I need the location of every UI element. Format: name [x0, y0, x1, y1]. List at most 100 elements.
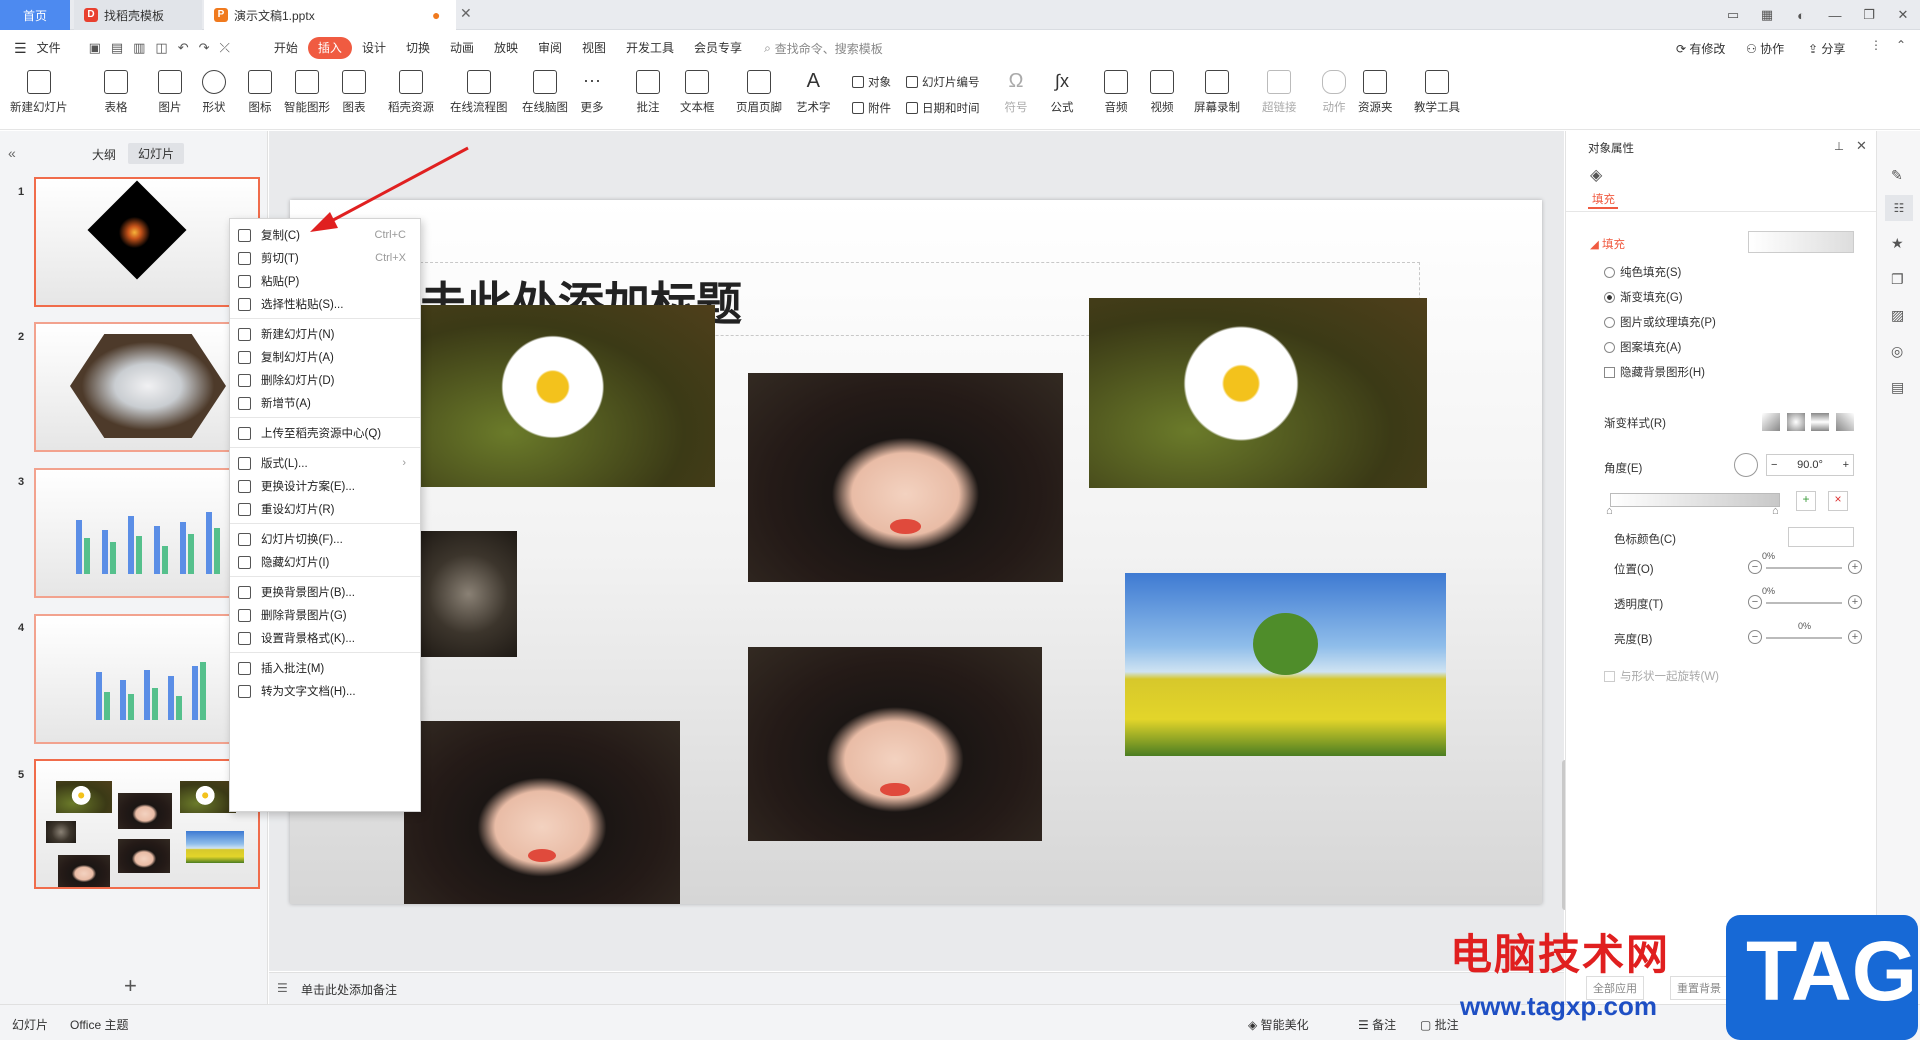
menu-view[interactable]: 视图: [572, 37, 616, 59]
context-menu-item-upload[interactable]: 上传至稻壳资源中心(Q): [230, 421, 420, 445]
quick-access-icons[interactable]: ▣▤▥◫↶↷⤫: [89, 40, 240, 56]
context-menu-item-change-bg[interactable]: 更换背景图片(B)...: [230, 580, 420, 604]
tool-screen-record[interactable]: 屏幕录制: [1194, 70, 1240, 115]
tool-symbol[interactable]: Ω 符号: [1004, 70, 1028, 115]
gradient-style-buttons[interactable]: [1762, 413, 1854, 431]
tool-flowchart[interactable]: 在线流程图: [450, 70, 508, 115]
hide-bg-checkbox[interactable]: 隐藏背景图形(H): [1604, 364, 1705, 380]
search-input[interactable]: 查找命令、搜索模板: [775, 40, 883, 57]
hamburger-icon[interactable]: ☰: [14, 40, 27, 57]
style-icon[interactable]: ✎: [1891, 167, 1903, 184]
tool-comment[interactable]: 批注: [636, 70, 660, 115]
slide-thumbnail-2[interactable]: [34, 322, 260, 452]
tool-wordart[interactable]: A 艺术字: [796, 70, 831, 115]
notes-toggle[interactable]: ☰ 备注: [1358, 1016, 1396, 1033]
tool-picture[interactable]: 图片: [158, 70, 182, 115]
menu-design[interactable]: 设计: [352, 37, 396, 59]
position-minus-icon[interactable]: −: [1748, 560, 1762, 574]
context-menu-item-delete-bg[interactable]: 删除背景图片(G): [230, 603, 420, 627]
option-solid[interactable]: 纯色填充(S): [1604, 264, 1681, 280]
close-tab-icon[interactable]: ✕: [460, 5, 472, 22]
daisy-photo-2[interactable]: [1089, 298, 1427, 488]
panel-close-icon[interactable]: ✕: [1856, 138, 1867, 154]
tool-icon[interactable]: 图标: [248, 70, 272, 115]
tool-audio[interactable]: 音频: [1104, 70, 1128, 115]
menu-file[interactable]: 文件: [27, 37, 71, 59]
location-icon[interactable]: ◎: [1891, 343, 1903, 360]
option-picture-texture[interactable]: 图片或纹理填充(P): [1604, 314, 1716, 330]
collapse-ribbon-icon[interactable]: ⌃: [1896, 38, 1906, 52]
avatar-icon[interactable]: ◐: [1784, 8, 1818, 23]
context-menu-item-duplicate-slide[interactable]: 复制幻灯片(A): [230, 345, 420, 369]
context-menu-item-hide[interactable]: 隐藏幻灯片(I): [230, 550, 420, 574]
landscape-photo[interactable]: [1125, 573, 1446, 756]
animation-icon[interactable]: ★: [1891, 235, 1904, 252]
context-menu-item-paste-special[interactable]: 选择性粘贴(S)...: [230, 292, 420, 316]
context-menu-item-cut[interactable]: 剪切(T) Ctrl+X: [230, 246, 420, 270]
option-pattern[interactable]: 图案填充(A): [1604, 339, 1681, 355]
slide-thumbnail-1[interactable]: [34, 177, 260, 307]
tool-resource-folder[interactable]: 资源夹: [1358, 70, 1393, 115]
book-icon[interactable]: ▤: [1891, 379, 1904, 396]
add-slide-icon[interactable]: +: [124, 973, 137, 999]
angle-stepper[interactable]: − 90.0° +: [1766, 454, 1854, 476]
menu-transition[interactable]: 切换: [396, 37, 440, 59]
slide-thumbnail-5[interactable]: [34, 759, 260, 889]
brightness-minus-icon[interactable]: −: [1748, 630, 1762, 644]
gradient-stop-left[interactable]: ⌂: [1606, 505, 1613, 517]
context-menu-item-layout[interactable]: 版式(L)... ›: [230, 451, 420, 475]
tool-textbox[interactable]: 文本框: [680, 70, 715, 115]
tool-shape[interactable]: 形状: [202, 70, 226, 115]
gradient-rect-icon[interactable]: [1811, 413, 1830, 431]
slide-thumbnail-4[interactable]: [34, 614, 260, 744]
tool-chart[interactable]: 图表: [342, 70, 366, 115]
minus-icon[interactable]: −: [1771, 459, 1777, 471]
rotate-with-shape-checkbox[interactable]: 与形状一起旋转(W): [1604, 668, 1719, 684]
menu-review[interactable]: 审阅: [528, 37, 572, 59]
tab-outline[interactable]: 大纲: [92, 146, 116, 163]
context-menu-item-paste[interactable]: 粘贴(P): [230, 269, 420, 293]
plus-icon[interactable]: +: [1843, 459, 1849, 471]
context-menu-item-bg-format[interactable]: 设置背景格式(K)...: [230, 626, 420, 650]
tool-mindmap[interactable]: 在线脑图: [522, 70, 568, 115]
menu-slideshow[interactable]: 放映: [484, 37, 528, 59]
tool-hyperlink[interactable]: 超链接: [1262, 70, 1297, 115]
gradient-preset-dropdown[interactable]: [1748, 231, 1854, 253]
tool-new-slide[interactable]: 新建幻灯片: [10, 70, 68, 115]
context-menu-item-new-slide[interactable]: 新建幻灯片(N): [230, 322, 420, 346]
context-menu-item-delete-slide[interactable]: 删除幻灯片(D): [230, 368, 420, 392]
transparency-minus-icon[interactable]: −: [1748, 595, 1762, 609]
angle-dial[interactable]: [1734, 453, 1758, 477]
tab-fill[interactable]: 填充: [1592, 191, 1615, 207]
gradient-path-icon[interactable]: [1835, 413, 1854, 431]
slide-thumbnail-3[interactable]: [34, 468, 260, 598]
transparency-plus-icon[interactable]: +: [1848, 595, 1862, 609]
status-theme[interactable]: Office 主题: [70, 1016, 128, 1033]
remove-stop-icon[interactable]: ×: [1828, 491, 1848, 511]
beautify-button[interactable]: ◈ 智能美化: [1248, 1016, 1309, 1033]
context-menu-item-transition[interactable]: 幻灯片切换(F)...: [230, 527, 420, 551]
grid-icon[interactable]: ▦: [1750, 7, 1784, 23]
tab-slides[interactable]: 幻灯片: [128, 143, 185, 164]
brightness-plus-icon[interactable]: +: [1848, 630, 1862, 644]
tab-document[interactable]: P 演示文稿1.pptx ●: [204, 0, 456, 30]
modified-indicator[interactable]: ⟳ 有修改: [1676, 40, 1725, 57]
tool-teaching[interactable]: 教学工具: [1414, 70, 1460, 115]
context-menu-item-to-text[interactable]: 转为文字文档(H)...: [230, 679, 420, 703]
panel-title[interactable]: 对象属性: [1588, 140, 1634, 156]
transparency-slider[interactable]: [1766, 602, 1842, 604]
menu-insert[interactable]: 插入: [307, 37, 352, 59]
tool-header-footer[interactable]: 页眉页脚: [736, 70, 782, 115]
tool-formula[interactable]: ∫x 公式: [1050, 70, 1074, 115]
portrait-photo-1[interactable]: [748, 373, 1063, 582]
portrait-photo-3[interactable]: [404, 721, 680, 904]
tool-object[interactable]: 对象: [852, 74, 891, 90]
gradient-stop-right[interactable]: ⌂: [1772, 505, 1779, 517]
background-icon[interactable]: ▨: [1891, 307, 1904, 324]
restore-icon[interactable]: ❐: [1852, 7, 1886, 23]
position-plus-icon[interactable]: +: [1848, 560, 1862, 574]
menu-animation[interactable]: 动画: [440, 37, 484, 59]
dark-photo[interactable]: [420, 531, 517, 657]
stop-color-dropdown[interactable]: [1788, 527, 1854, 547]
collapse-panel-icon[interactable]: «: [8, 145, 16, 161]
